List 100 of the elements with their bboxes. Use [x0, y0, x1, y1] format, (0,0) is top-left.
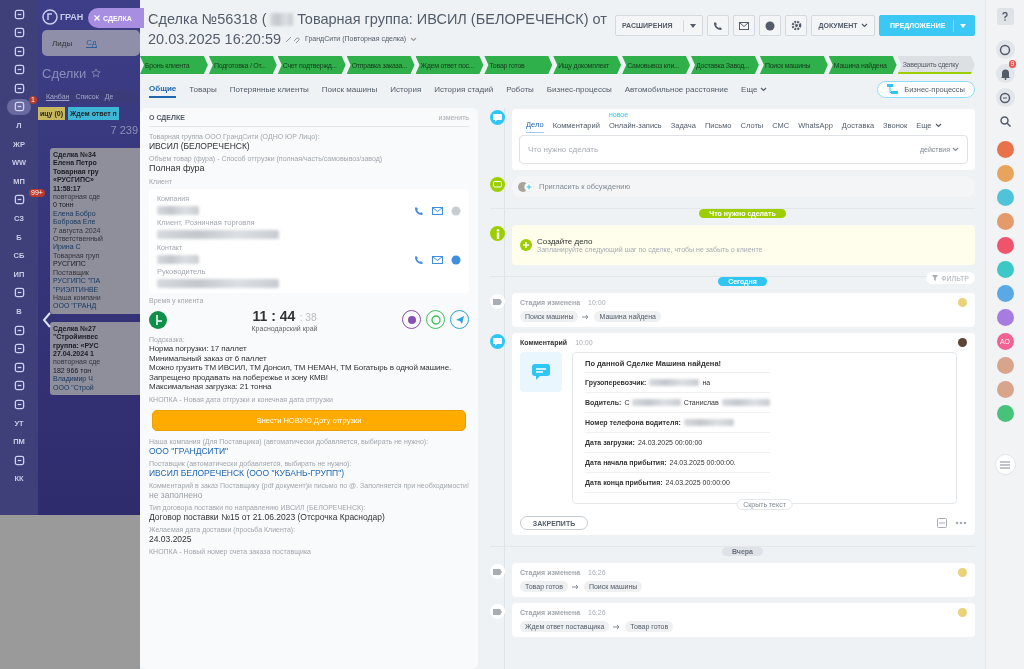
tab[interactable]: Бизнес-процессы — [546, 81, 612, 97]
flow-icon — [887, 84, 900, 94]
hint-text: Максимальная загрузка: 21 тонна — [149, 382, 273, 392]
mail-icon[interactable] — [432, 207, 443, 215]
menu-icon — [1000, 460, 1010, 469]
chevron-down-icon — [952, 147, 959, 152]
chevron-down-icon — [760, 86, 768, 92]
close-icon — [94, 15, 100, 21]
note-icon[interactable] — [937, 518, 947, 528]
chevron-down-icon — [860, 23, 868, 28]
skype-button[interactable] — [759, 15, 781, 36]
settings-button[interactable] — [785, 15, 807, 36]
field-value: 24.03.2025 — [149, 533, 192, 544]
logo-text: ГРАН — [60, 12, 84, 22]
question-mark-icon — [1002, 12, 1008, 21]
mail-icon[interactable] — [432, 256, 443, 264]
operator-logo-icon — [149, 310, 167, 329]
settings-icon — [790, 20, 802, 31]
app-icon[interactable] — [996, 357, 1014, 374]
hint-text: Норма погрузки: 17 паллет — [149, 344, 248, 354]
add-user-icon — [518, 180, 534, 193]
app-icon[interactable] — [996, 213, 1014, 230]
chat-button[interactable] — [995, 88, 1015, 107]
arrow-icon — [571, 583, 580, 590]
field-value: не заполнено — [149, 489, 204, 500]
blurred-text — [632, 399, 681, 406]
app-icon[interactable] — [996, 309, 1014, 326]
blurred-text — [157, 206, 199, 215]
tab[interactable]: История стадий — [434, 81, 494, 97]
avatar — [958, 298, 967, 307]
local-time: 11 : 44 — [252, 308, 296, 324]
caret-icon — [960, 23, 966, 28]
bell-icon — [999, 67, 1011, 80]
blurred-text — [270, 12, 294, 26]
edit-icon[interactable] — [285, 35, 302, 43]
app-icon[interactable] — [996, 165, 1014, 182]
app-icon[interactable] — [996, 285, 1014, 302]
tag-icon — [490, 564, 505, 579]
field-value: Договор поставки №15 от 21.06.2023 (Отсрочка Краснодар) — [149, 511, 386, 522]
menu-button[interactable] — [994, 454, 1016, 475]
tab[interactable]: Поиск машины — [321, 81, 378, 97]
paper-plane-icon — [454, 314, 465, 325]
logo-icon — [42, 9, 58, 25]
add-icon[interactable] — [520, 239, 532, 251]
app-icon[interactable] — [996, 261, 1014, 278]
tab[interactable]: Потерянные клиенты — [229, 81, 309, 97]
app-icon[interactable] — [996, 141, 1014, 158]
field-link[interactable]: ООО "ГРАНДСИТИ" — [149, 445, 469, 456]
notification-button[interactable] — [995, 64, 1015, 83]
tab[interactable]: Еще — [741, 81, 768, 97]
chevron-down-icon — [410, 36, 418, 42]
mail-button[interactable] — [733, 15, 755, 36]
phone-button[interactable] — [707, 15, 729, 36]
page-title: Сделки — [42, 65, 87, 81]
comment-icon — [490, 334, 505, 349]
tab[interactable]: Общие — [149, 80, 177, 98]
tab[interactable]: Автомобильное расстояние — [624, 81, 729, 97]
blurred-text — [683, 419, 734, 426]
todo-title: Создайте дело — [537, 237, 593, 246]
ring-icon — [430, 314, 441, 325]
search-icon[interactable] — [999, 116, 1011, 127]
hint-text: Запрещено продавать на побережье и зону КМВ! — [149, 372, 329, 382]
field-value: ИВСИЛ (БЕЛОРЕЧЕНСК) — [149, 141, 251, 151]
info-icon — [490, 226, 505, 241]
tag-icon — [490, 294, 505, 309]
more-icon[interactable] — [955, 521, 967, 525]
blurred-text — [157, 255, 199, 264]
arrow-icon — [613, 623, 622, 630]
star-icon[interactable] — [91, 68, 102, 78]
chevron-down-icon — [934, 123, 942, 128]
blurred-text — [649, 379, 700, 386]
hint-text: Минимальный заказ от 6 паллет — [149, 353, 268, 363]
nav-icon[interactable] — [7, 98, 31, 115]
avatar — [958, 608, 967, 617]
field-link[interactable]: ИВСИЛ БЕЛОРЕЧЕНСК (ООО "КУБАНЬ-ГРУПП") — [149, 467, 469, 478]
tag-icon — [490, 604, 505, 619]
support-button[interactable] — [995, 40, 1015, 59]
deal-title: Сделка №56318 ( — [148, 10, 267, 29]
mail-icon — [739, 21, 749, 30]
ring-icon — [999, 43, 1011, 56]
seconds-text: : 38 — [299, 312, 317, 323]
help-button[interactable] — [996, 8, 1014, 25]
tab[interactable]: Роботы — [506, 81, 534, 97]
tab[interactable]: Товары — [189, 81, 217, 97]
funnel-icon — [932, 275, 939, 281]
field-value: Полная фура — [149, 163, 206, 174]
hint-text: Можно грузить ТМ ИВСИЛ, ТМ Донсил, ТМ НЕМАН, ТМ Богатырь в одной машине. — [149, 363, 453, 373]
avatar — [958, 338, 967, 347]
app-icon[interactable] — [996, 381, 1014, 398]
blurred-text — [721, 399, 770, 406]
deal-date: 20.03.2025 16:20:59 — [148, 30, 282, 49]
column-total: 7 239 — [109, 124, 139, 138]
arrow-icon — [582, 313, 591, 320]
app-icon[interactable] — [996, 405, 1014, 422]
avatar — [958, 568, 967, 577]
app-icon[interactable] — [996, 237, 1014, 254]
tab[interactable]: История — [390, 81, 422, 97]
app-icon[interactable] — [996, 189, 1014, 206]
caret-icon — [690, 23, 696, 28]
tab[interactable]: Лиды — [52, 38, 73, 48]
